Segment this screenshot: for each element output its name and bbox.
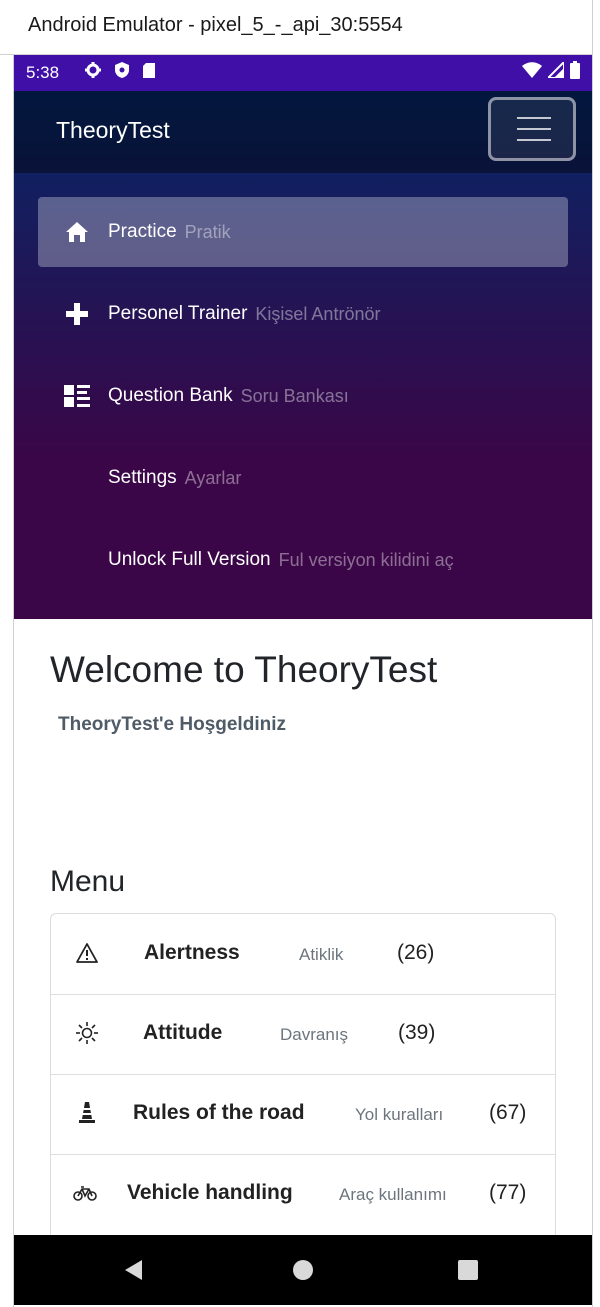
settings-gear-icon	[84, 61, 102, 84]
device-screen: 5:38 TheoryTest Practice Pratik Personel…	[14, 55, 592, 1305]
signal-icon	[545, 59, 565, 83]
nav-item-personel-trainer[interactable]: Personel Trainer Kişisel Antrönör	[38, 279, 568, 349]
menu-item-title: Attitude	[143, 1021, 223, 1044]
warning-icon	[75, 941, 99, 965]
menu-toggle-button[interactable]	[488, 97, 576, 161]
nav-label: Practice	[108, 221, 177, 242]
status-bar: 5:38	[14, 55, 592, 91]
plus-icon	[60, 299, 94, 329]
top-row: TheoryTest	[14, 91, 592, 173]
menu-item-title: Vehicle handling	[127, 1181, 293, 1204]
nav-item-unlock-full-version[interactable]: Unlock Full Version Ful versiyon kilidin…	[38, 525, 568, 595]
menu-item-vehicle-handling[interactable]: Vehicle handling Araç kullanımı (77)	[51, 1154, 555, 1234]
battery-icon	[570, 61, 580, 84]
nav-sublabel: Soru Bankası	[240, 385, 349, 406]
sidebar: TheoryTest Practice Pratik Personel Trai…	[14, 91, 592, 619]
menu-item-alertness[interactable]: Alertness Atiklik (26)	[51, 914, 555, 995]
device-frame-left	[0, 55, 14, 1307]
nav-label: Unlock Full Version	[108, 549, 271, 570]
emulator-window-title: Android Emulator - pixel_5_-_api_30:5554	[0, 0, 600, 55]
menu-item-rules-of-the-road[interactable]: Rules of the road Yol kuralları (67)	[51, 1074, 555, 1155]
sd-card-icon	[142, 62, 156, 84]
back-triangle-icon[interactable]	[124, 1259, 144, 1286]
nav-sublabel: Ayarlar	[184, 467, 242, 488]
home-icon	[60, 217, 94, 247]
sun-icon	[75, 1021, 99, 1045]
menu-item-subtitle: Atiklik	[299, 945, 344, 964]
home-circle-icon[interactable]	[292, 1259, 314, 1286]
bicycle-icon	[73, 1181, 97, 1205]
recents-square-icon[interactable]	[458, 1260, 478, 1285]
shield-icon	[114, 61, 130, 84]
nav-sublabel: Ful versiyon kilidini aç	[278, 549, 454, 570]
menu-item-title: Alertness	[144, 941, 240, 964]
nav-sublabel: Pratik	[184, 221, 231, 242]
menu-heading: Menu	[50, 865, 126, 898]
menu-item-count: (39)	[398, 1021, 436, 1044]
nav-label: Question Bank	[108, 385, 233, 406]
menu-item-subtitle: Yol kuralları	[355, 1105, 444, 1124]
device-frame-right	[592, 0, 600, 1307]
menu-item-count: (67)	[489, 1101, 527, 1124]
page-subtitle: TheoryTest'e Hoşgeldiniz	[58, 714, 286, 735]
menu-item-attitude[interactable]: Attitude Davranış (39)	[51, 994, 555, 1075]
status-time: 5:38	[26, 63, 60, 82]
list-icon	[60, 381, 94, 411]
nav-item-settings[interactable]: Settings Ayarlar	[38, 443, 568, 513]
hamburger-icon-bar	[517, 128, 551, 130]
menu-item-count: (77)	[489, 1181, 527, 1204]
menu-item-subtitle: Davranış	[280, 1025, 349, 1044]
wifi-icon	[522, 62, 542, 83]
nav-label: Personel Trainer	[108, 303, 248, 324]
nav-sublabel: Kişisel Antrönör	[255, 303, 381, 324]
menu-list: Alertness Atiklik (26) Attitude Davranış…	[50, 913, 556, 1243]
system-navigation-bar	[14, 1235, 592, 1305]
menu-item-subtitle: Araç kullanımı	[339, 1185, 447, 1204]
menu-item-count: (26)	[397, 941, 435, 964]
page-title: Welcome to TheoryTest	[50, 649, 438, 690]
navbar-brand[interactable]: TheoryTest	[56, 117, 170, 144]
nav-item-question-bank[interactable]: Question Bank Soru Bankası	[38, 361, 568, 431]
nav-label: Settings	[108, 467, 177, 488]
menu-item-title: Rules of the road	[133, 1101, 305, 1124]
hamburger-icon	[517, 117, 551, 119]
nav-item-practice[interactable]: Practice Pratik	[38, 197, 568, 267]
hamburger-icon-bar	[517, 139, 551, 141]
traffic-cone-icon	[75, 1101, 99, 1125]
